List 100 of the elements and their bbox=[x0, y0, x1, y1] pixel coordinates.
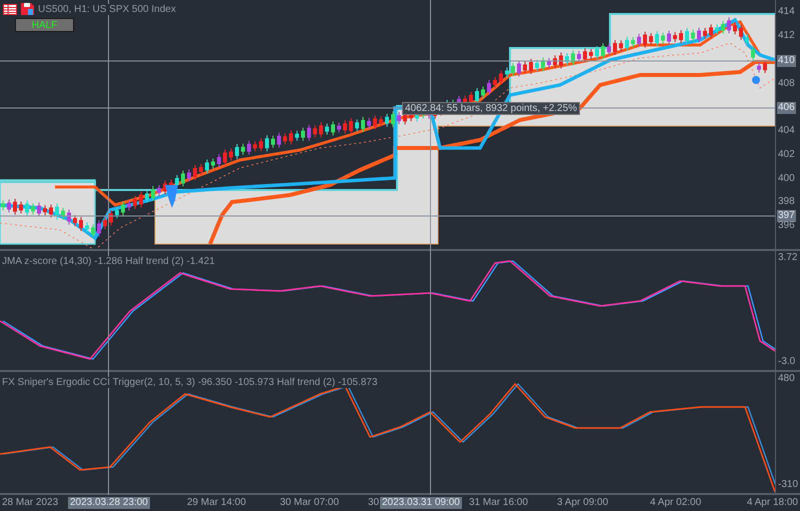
candlestick bbox=[373, 114, 377, 130]
candlestick bbox=[55, 203, 59, 220]
candlestick bbox=[379, 116, 383, 127]
candlestick bbox=[151, 186, 155, 202]
indicator-title: JMA z-score (14,30) -1.286 Half trend (2) -1.421 bbox=[2, 256, 215, 267]
candlestick bbox=[265, 134, 269, 152]
candlestick bbox=[733, 22, 737, 35]
candlestick bbox=[589, 48, 593, 60]
candlestick bbox=[145, 190, 149, 203]
candlestick bbox=[61, 207, 65, 220]
price-label: 402 bbox=[777, 149, 796, 161]
measure-tooltip: 4062.84: 55 bars, 8932 points, +2.25% bbox=[402, 102, 580, 115]
candlestick bbox=[577, 50, 581, 63]
candlestick bbox=[511, 62, 515, 76]
candlestick bbox=[277, 132, 281, 148]
candlestick bbox=[481, 86, 485, 99]
candlestick bbox=[49, 204, 53, 218]
candlestick bbox=[757, 62, 761, 74]
candlestick bbox=[505, 67, 509, 78]
candlestick bbox=[127, 200, 131, 211]
candlestick bbox=[37, 202, 41, 218]
candlestick bbox=[103, 216, 107, 230]
candlestick bbox=[595, 46, 599, 60]
candlestick bbox=[397, 112, 401, 125]
candlestick bbox=[703, 27, 707, 40]
price-label: 410 bbox=[777, 55, 796, 67]
candlestick bbox=[325, 123, 329, 136]
candlestick bbox=[643, 31, 647, 48]
chart-title: US500, H1: US SPX 500 Index bbox=[38, 4, 176, 14]
candlestick bbox=[523, 61, 527, 74]
candlestick bbox=[385, 113, 389, 128]
candlestick bbox=[295, 130, 299, 142]
candlestick bbox=[535, 60, 539, 72]
candlestick bbox=[541, 56, 545, 72]
candlestick bbox=[187, 169, 191, 182]
price-label: 398 bbox=[777, 196, 796, 208]
candlestick bbox=[91, 224, 95, 238]
candlestick bbox=[319, 122, 323, 138]
candlestick bbox=[745, 34, 749, 46]
candlestick bbox=[31, 202, 35, 215]
candlestick bbox=[487, 80, 491, 96]
candlestick bbox=[271, 135, 275, 148]
candlestick bbox=[355, 118, 359, 132]
candlestick bbox=[391, 110, 395, 128]
price-label: 400 bbox=[777, 173, 796, 185]
candlestick bbox=[235, 144, 239, 160]
candlestick bbox=[499, 70, 503, 85]
candlestick bbox=[7, 199, 11, 214]
oscillator-label: 3.72 bbox=[777, 252, 798, 264]
candlestick bbox=[661, 32, 665, 44]
oscillator-label: 480 bbox=[777, 373, 796, 385]
candlestick bbox=[121, 201, 125, 216]
candlestick bbox=[631, 36, 635, 48]
table-icon[interactable] bbox=[3, 4, 17, 14]
candlestick bbox=[97, 220, 101, 237]
candlestick bbox=[673, 32, 677, 43]
candlestick bbox=[607, 42, 611, 56]
candlestick bbox=[547, 58, 551, 69]
candlestick bbox=[655, 30, 659, 47]
price-label: 414 bbox=[777, 6, 796, 18]
candlestick bbox=[19, 200, 23, 214]
candlestick bbox=[193, 164, 197, 180]
candlestick bbox=[115, 206, 119, 219]
candlestick bbox=[475, 88, 479, 105]
candlestick bbox=[313, 124, 317, 138]
candlestick bbox=[247, 140, 251, 156]
candlestick bbox=[259, 138, 263, 152]
candlestick bbox=[301, 127, 305, 142]
candlestick bbox=[67, 209, 71, 226]
candlestick bbox=[139, 191, 143, 208]
candlestick bbox=[367, 117, 371, 130]
candlestick bbox=[691, 29, 695, 42]
candlestick bbox=[361, 116, 365, 132]
candlestick bbox=[721, 20, 725, 34]
candlestick bbox=[157, 184, 161, 196]
candlestick bbox=[217, 154, 221, 168]
candlestick bbox=[73, 214, 77, 227]
time-label: 2023.03.28 23:00 bbox=[68, 497, 150, 509]
indicator-title: FX Sniper's Ergodic CCI Trigger(2, 10, 5, 3) -96.350 -105.973 Half trend (2) -105.873 bbox=[2, 377, 378, 388]
candlestick bbox=[739, 24, 743, 40]
candlestick bbox=[211, 158, 215, 169]
candlestick bbox=[685, 28, 689, 45]
candlestick bbox=[529, 58, 533, 74]
candlestick bbox=[343, 120, 347, 134]
candlestick bbox=[493, 76, 497, 88]
half-button[interactable]: HALF bbox=[15, 18, 74, 32]
time-label: 4 Apr 18:00 bbox=[744, 497, 800, 509]
candlestick bbox=[751, 46, 755, 62]
candlestick bbox=[283, 132, 287, 145]
candlestick bbox=[13, 198, 17, 216]
price-label: 396 bbox=[777, 220, 796, 232]
candlestick bbox=[709, 24, 713, 39]
oscillator-label: -3.0 bbox=[777, 356, 796, 368]
candlestick bbox=[649, 32, 653, 46]
price-label: 397 bbox=[777, 210, 796, 222]
oscillator-label: -310 bbox=[777, 479, 800, 491]
candlestick bbox=[331, 120, 335, 136]
candlestick bbox=[1, 200, 5, 211]
arrow-marker bbox=[165, 185, 178, 208]
candlestick bbox=[667, 30, 671, 46]
